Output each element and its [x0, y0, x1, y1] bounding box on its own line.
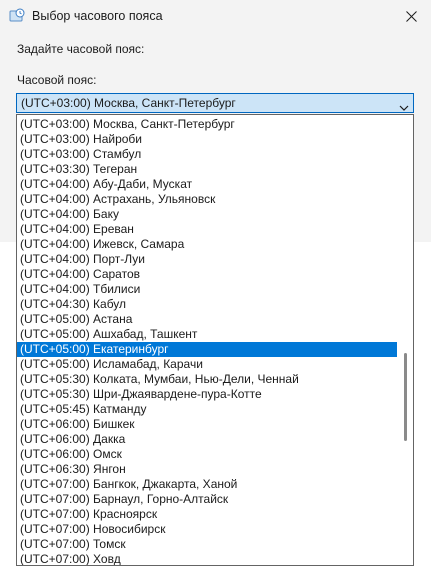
timezone-option[interactable]: (UTC+05:00) Екатеринбург — [17, 342, 397, 357]
timezone-option[interactable]: (UTC+04:00) Ижевск, Самара — [17, 237, 397, 252]
timezone-option[interactable]: (UTC+07:00) Бангкок, Джакарта, Ханой — [17, 477, 397, 492]
timezone-option[interactable]: (UTC+07:00) Новосибирск — [17, 522, 397, 537]
timezone-option[interactable]: (UTC+05:30) Шри-Джаявардене-пура-Котте — [17, 387, 397, 402]
title-bar: Выбор часового пояса — [0, 0, 431, 34]
timezone-option[interactable]: (UTC+04:00) Ереван — [17, 222, 397, 237]
timezone-option[interactable]: (UTC+04:00) Саратов — [17, 267, 397, 282]
chevron-down-icon — [399, 99, 409, 111]
timezone-option[interactable]: (UTC+06:00) Бишкек — [17, 417, 397, 432]
close-icon — [405, 10, 417, 22]
window-title: Выбор часового пояса — [32, 9, 163, 23]
dialog-prompt: Задайте часовой пояс: — [17, 42, 145, 56]
timezone-option[interactable]: (UTC+04:00) Тбилиси — [17, 282, 397, 297]
timezone-option[interactable]: (UTC+04:30) Кабул — [17, 297, 397, 312]
timezone-option[interactable]: (UTC+07:00) Барнаул, Горно-Алтайск — [17, 492, 397, 507]
timezone-combobox[interactable]: (UTC+03:00) Москва, Санкт-Петербург — [16, 93, 414, 113]
clock-globe-icon — [9, 8, 25, 24]
timezone-option[interactable]: (UTC+04:00) Абу-Даби, Мускат — [17, 177, 397, 192]
timezone-options: (UTC+03:00) Москва, Санкт-Петербург (UTC+… — [17, 117, 397, 565]
timezone-dropdown-list[interactable]: (UTC+03:00) Москва, Санкт-Петербург (UTC+… — [16, 114, 414, 566]
timezone-option[interactable]: (UTC+05:00) Ашхабад, Ташкент — [17, 327, 397, 342]
timezone-option[interactable]: (UTC+06:00) Дакка — [17, 432, 397, 447]
combobox-value: (UTC+03:00) Москва, Санкт-Петербург — [21, 96, 236, 110]
timezone-option[interactable]: (UTC+06:30) Янгон — [17, 462, 397, 477]
timezone-option[interactable]: (UTC+03:00) Найроби — [17, 132, 397, 147]
timezone-option[interactable]: (UTC+03:00) Стамбул — [17, 147, 397, 162]
timezone-option[interactable]: (UTC+05:45) Катманду — [17, 402, 397, 417]
timezone-option[interactable]: (UTC+04:00) Порт-Луи — [17, 252, 397, 267]
timezone-option[interactable]: (UTC+07:00) Томск — [17, 537, 397, 552]
timezone-option[interactable]: (UTC+07:00) Ховд — [17, 552, 397, 565]
timezone-option[interactable]: (UTC+04:00) Астрахань, Ульяновск — [17, 192, 397, 207]
timezone-dialog: Выбор часового пояса Задайте часовой поя… — [0, 0, 431, 571]
timezone-option[interactable]: (UTC+05:00) Астана — [17, 312, 397, 327]
timezone-option[interactable]: (UTC+05:30) Колката, Мумбаи, Нью-Дели, Ч… — [17, 372, 397, 387]
timezone-option[interactable]: (UTC+04:00) Баку — [17, 207, 397, 222]
timezone-option[interactable]: (UTC+06:00) Омск — [17, 447, 397, 462]
scrollbar-thumb[interactable] — [404, 353, 407, 441]
timezone-label: Часовой пояс: — [17, 73, 97, 87]
timezone-option[interactable]: (UTC+05:00) Исламабад, Карачи — [17, 357, 397, 372]
timezone-option[interactable]: (UTC+03:30) Тегеран — [17, 162, 397, 177]
close-button[interactable] — [391, 0, 431, 32]
timezone-option[interactable]: (UTC+07:00) Красноярск — [17, 507, 397, 522]
timezone-option[interactable]: (UTC+03:00) Москва, Санкт-Петербург — [17, 117, 397, 132]
